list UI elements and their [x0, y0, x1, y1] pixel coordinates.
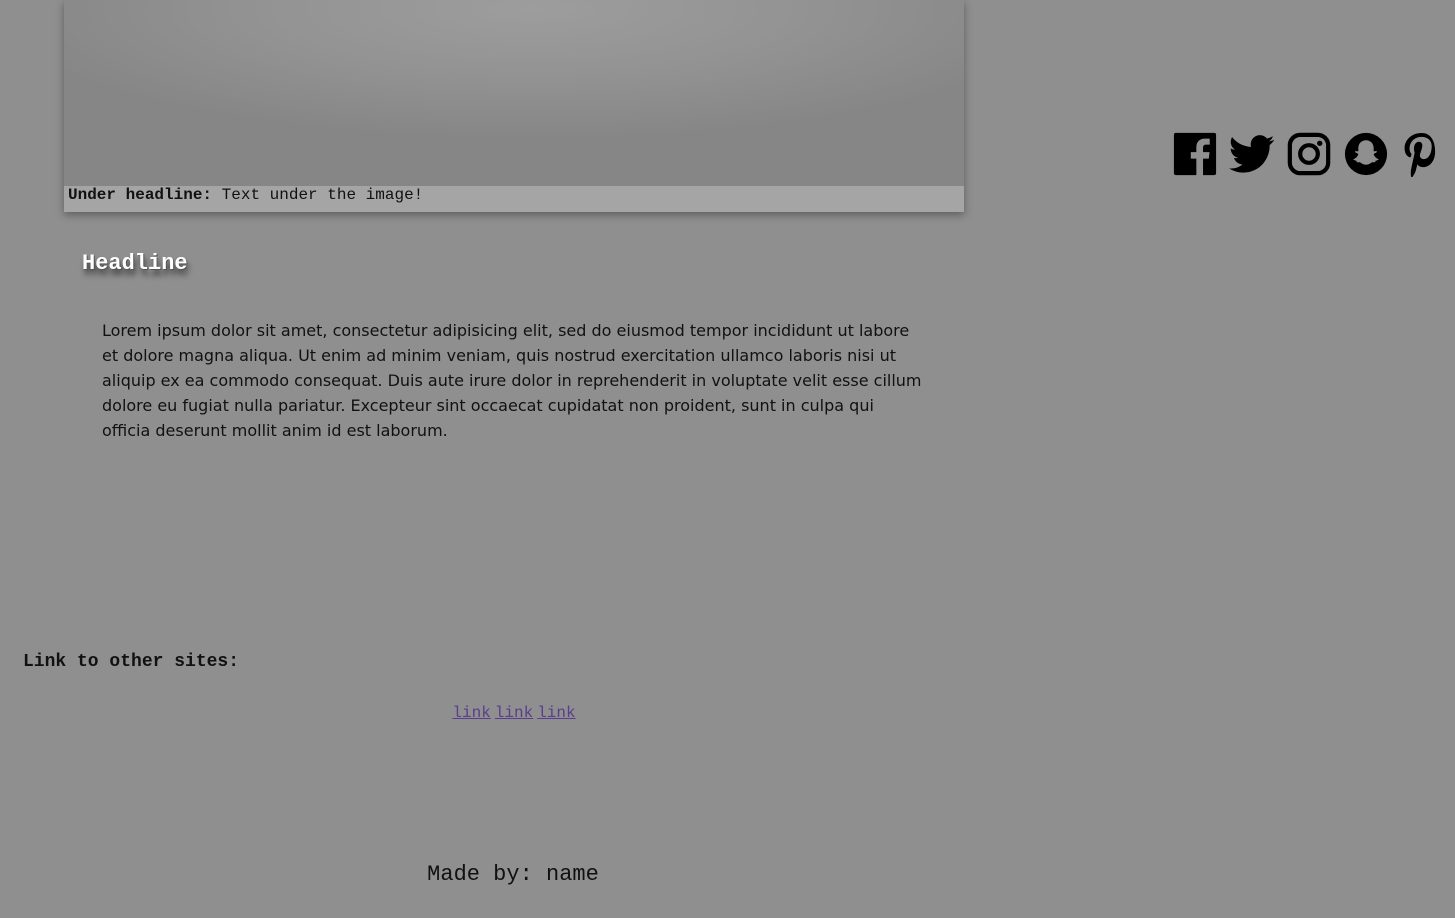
hero-figure: Under headline: Text under the image!	[64, 0, 964, 212]
caption-text: Text under the image!	[221, 186, 424, 204]
link-2[interactable]: link	[495, 704, 533, 722]
link-1[interactable]: link	[452, 704, 490, 722]
image-caption: Under headline: Text under the image!	[64, 186, 964, 212]
social-icons	[1172, 130, 1442, 178]
links-list: link link link	[0, 703, 1028, 723]
body-paragraph: Lorem ipsum dolor sit amet, consectetur …	[102, 321, 922, 440]
pinterest-icon[interactable]	[1400, 131, 1442, 177]
links-heading: Link to other sites:	[23, 652, 240, 672]
snapchat-icon[interactable]	[1343, 131, 1389, 177]
hero-image	[64, 0, 964, 186]
headline: Headline	[82, 251, 188, 276]
link-3[interactable]: link	[537, 704, 575, 722]
twitter-icon[interactable]	[1229, 131, 1275, 177]
caption-label: Under headline:	[68, 186, 213, 204]
footer-credit: Made by: name	[427, 862, 599, 887]
facebook-icon[interactable]	[1172, 131, 1218, 177]
instagram-icon[interactable]	[1286, 131, 1332, 177]
